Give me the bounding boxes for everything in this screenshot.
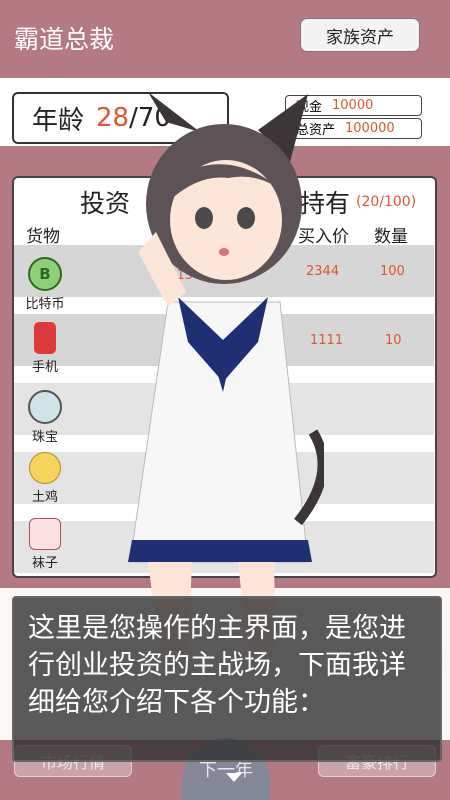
- bitcoin-icon: B: [28, 257, 62, 291]
- item-name: 土鸡: [31, 490, 58, 505]
- phone-icon: [34, 322, 56, 354]
- holdings-count: (20/100): [356, 194, 417, 210]
- sock-icon: [29, 518, 61, 550]
- dialog-text: 这里是您操作的主界面，是您进行创业投资的主战场，下面我详细给您介绍下各个功能：: [28, 613, 406, 718]
- item-name: 袜子: [31, 556, 58, 571]
- cash-value: 10000: [332, 98, 374, 113]
- chicken-icon: [29, 452, 61, 484]
- total-assets-value: 100000: [345, 121, 395, 136]
- continue-arrow-icon[interactable]: [226, 773, 242, 782]
- cat-girl-character: [128, 92, 324, 652]
- item-name: 比特币: [25, 297, 65, 312]
- list-item-sock[interactable]: 袜子: [20, 518, 70, 571]
- item-name: 珠宝: [31, 430, 58, 445]
- list-item-chicken[interactable]: 土鸡: [20, 452, 70, 505]
- list-item-bitcoin[interactable]: B 比特币: [20, 257, 70, 312]
- jewel-icon: [28, 390, 62, 424]
- col-goods: 货物: [26, 227, 60, 247]
- list-item-jewel[interactable]: 珠宝: [20, 390, 70, 445]
- item-name: 手机: [31, 360, 58, 375]
- col-quantity: 数量: [374, 227, 408, 247]
- quantity-cell: 100: [380, 264, 405, 279]
- list-item-phone[interactable]: 手机: [20, 322, 70, 375]
- family-assets-button[interactable]: 家族资产: [300, 18, 420, 52]
- page-title: 霸道总裁: [14, 25, 115, 54]
- age-label: 年龄: [32, 105, 85, 136]
- tutorial-dialog[interactable]: 这里是您操作的主界面，是您进行创业投资的主战场，下面我详细给您介绍下各个功能：: [12, 596, 442, 762]
- quantity-cell: 10: [385, 333, 402, 348]
